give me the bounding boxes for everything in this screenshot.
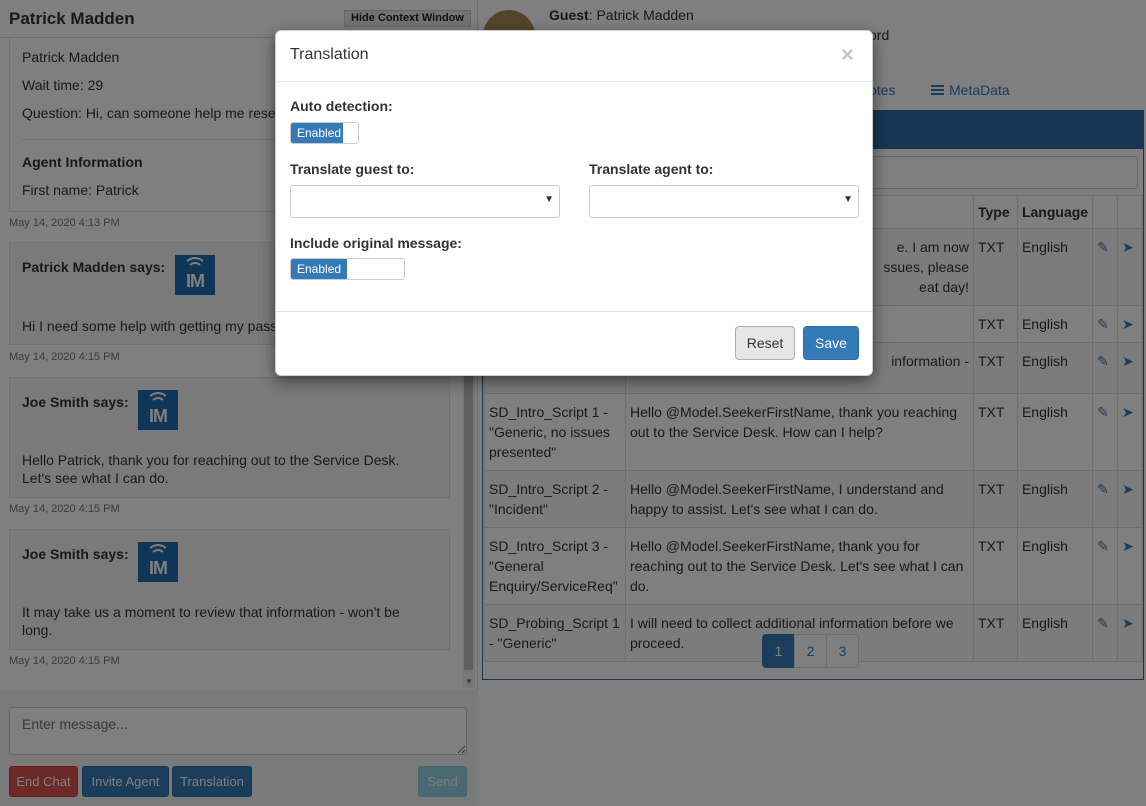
translation-modal: Translation × Auto detection: Enabled Tr… xyxy=(275,30,873,376)
modal-footer-divider xyxy=(276,311,872,312)
translate-agent-select[interactable]: ▼ xyxy=(589,185,859,218)
reset-button[interactable]: Reset xyxy=(735,326,795,360)
modal-header-divider xyxy=(276,81,872,82)
include-original-label: Include original message: xyxy=(290,235,462,251)
modal-title: Translation xyxy=(290,46,369,63)
include-original-toggle[interactable]: Enabled xyxy=(290,258,405,280)
auto-detection-toggle[interactable]: Enabled xyxy=(290,122,359,144)
translate-guest-label: Translate guest to: xyxy=(290,161,415,177)
caret-down-icon: ▼ xyxy=(843,194,853,205)
translate-guest-select[interactable]: ▼ xyxy=(290,185,560,218)
save-button[interactable]: Save xyxy=(803,326,859,360)
toggle-on-state: Enabled xyxy=(291,259,347,279)
translate-agent-label: Translate agent to: xyxy=(589,161,714,177)
toggle-on-state: Enabled xyxy=(291,123,343,143)
caret-down-icon: ▼ xyxy=(544,194,554,205)
auto-detection-label: Auto detection: xyxy=(290,98,393,114)
close-icon[interactable]: × xyxy=(841,43,854,67)
